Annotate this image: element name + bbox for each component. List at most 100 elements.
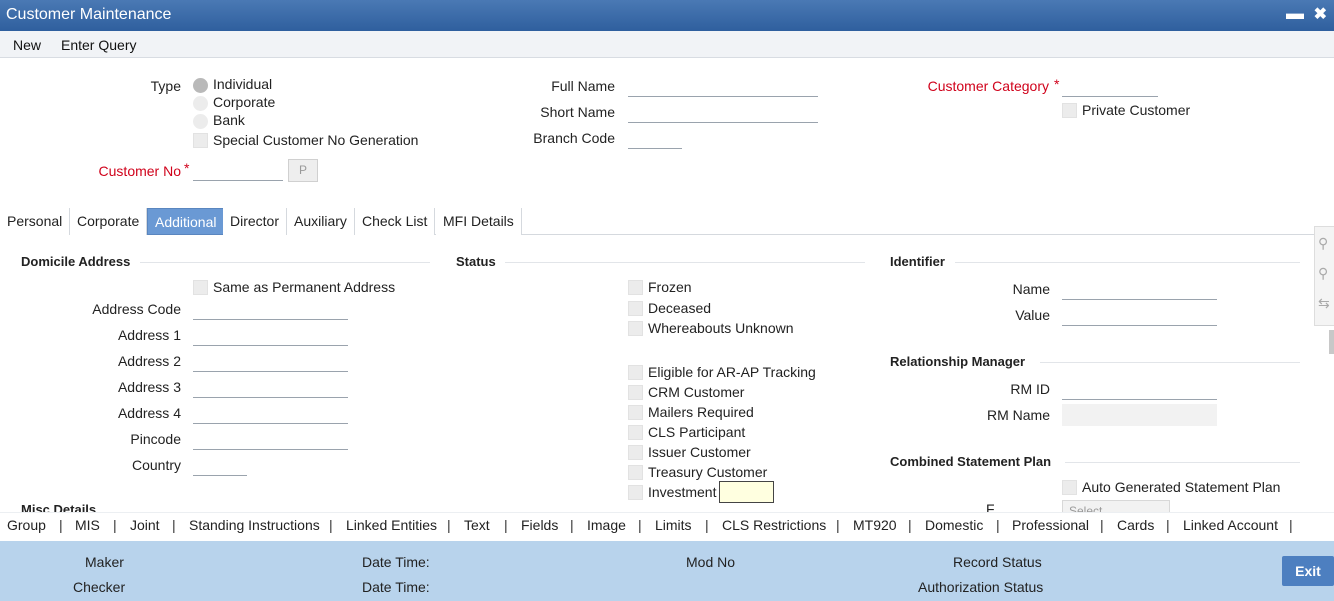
separator: |	[1289, 517, 1293, 533]
country-input[interactable]	[193, 456, 247, 476]
address-2-label: Address 2	[117, 353, 181, 369]
new-menu-item[interactable]: New	[13, 37, 41, 53]
frequency-label: F	[986, 501, 995, 512]
identifier-value-label: Value	[1015, 307, 1050, 323]
domicile-divider	[140, 262, 430, 263]
address-3-label: Address 3	[117, 379, 181, 395]
vertical-scrollbar[interactable]	[1329, 330, 1334, 354]
enter-query-menu-item[interactable]: Enter Query	[61, 37, 136, 53]
issuer-customer-checkbox[interactable]	[628, 445, 643, 460]
tab-check-list[interactable]: Check List	[355, 208, 436, 235]
close-icon[interactable]: ✖	[1314, 4, 1327, 24]
cls-participant-label: CLS Participant	[648, 424, 746, 440]
btab-linked-account[interactable]: Linked Account	[1183, 517, 1278, 533]
btab-domestic[interactable]: Domestic	[925, 517, 983, 533]
btab-fields[interactable]: Fields	[521, 517, 558, 533]
eligible-ar-ap-checkbox[interactable]	[628, 365, 643, 380]
identifier-title: Identifier	[890, 254, 945, 269]
type-corporate-radio[interactable]	[193, 96, 208, 111]
customer-no-required-mark: *	[184, 160, 190, 176]
whereabouts-unknown-checkbox[interactable]	[628, 321, 643, 336]
type-label: Type	[150, 78, 181, 94]
identifier-value-input[interactable]	[1062, 306, 1217, 326]
separator: |	[172, 517, 176, 533]
customer-no-input[interactable]	[193, 161, 283, 181]
identifier-name-input[interactable]	[1062, 280, 1217, 300]
private-customer-checkbox[interactable]	[1062, 103, 1077, 118]
btab-linked-entities[interactable]: Linked Entities	[346, 517, 437, 533]
tab-additional[interactable]: Additional	[147, 208, 225, 235]
search-alt-icon[interactable]: ⚲	[1318, 265, 1328, 282]
relationship-manager-title: Relationship Manager	[890, 354, 1026, 369]
checker-label: Checker	[73, 579, 126, 595]
full-name-label: Full Name	[551, 78, 615, 94]
minimize-icon[interactable]: ▬	[1286, 3, 1304, 24]
address-3-input[interactable]	[193, 378, 348, 398]
combined-statement-plan-title: Combined Statement Plan	[890, 454, 1052, 469]
address-1-input[interactable]	[193, 326, 348, 346]
btab-joint[interactable]: Joint	[130, 517, 160, 533]
address-code-input[interactable]	[193, 300, 348, 320]
status-divider	[505, 262, 865, 263]
audit-footer: Maker Checker Date Time: Date Time: Mod …	[0, 541, 1334, 601]
tab-corporate[interactable]: Corporate	[70, 208, 148, 235]
full-name-input[interactable]	[628, 77, 818, 97]
separator: |	[1166, 517, 1170, 533]
type-bank-radio[interactable]	[193, 114, 208, 129]
swap-arrows-icon[interactable]: ⇆	[1318, 295, 1330, 312]
menu-bar: New Enter Query	[0, 31, 1334, 58]
short-name-input[interactable]	[628, 103, 818, 123]
customer-no-p-button[interactable]: P	[288, 159, 318, 182]
same-as-permanent-label: Same as Permanent Address	[213, 279, 396, 295]
separator: |	[908, 517, 912, 533]
record-status-label: Record Status	[953, 554, 1042, 570]
btab-limits[interactable]: Limits	[655, 517, 692, 533]
btab-cards[interactable]: Cards	[1117, 517, 1154, 533]
address-4-input[interactable]	[193, 404, 348, 424]
rm-id-input[interactable]	[1062, 380, 1217, 400]
same-as-permanent-checkbox[interactable]	[193, 280, 208, 295]
bottom-subsystem-tabs: Group | MIS | Joint | Standing Instructi…	[0, 512, 1334, 540]
btab-mt920[interactable]: MT920	[853, 517, 897, 533]
tab-auxiliary[interactable]: Auxiliary	[287, 208, 355, 235]
investment-customer-checkbox[interactable]	[628, 485, 643, 500]
deceased-checkbox[interactable]	[628, 301, 643, 316]
crm-customer-checkbox[interactable]	[628, 385, 643, 400]
special-customer-no-checkbox[interactable]	[193, 133, 208, 148]
tab-personal[interactable]: Personal	[0, 208, 71, 235]
branch-code-input[interactable]	[628, 129, 682, 149]
misc-details-title: Misc Details	[21, 502, 97, 512]
auto-generated-plan-checkbox[interactable]	[1062, 480, 1077, 495]
frozen-checkbox[interactable]	[628, 280, 643, 295]
btab-image[interactable]: Image	[587, 517, 626, 533]
pincode-input[interactable]	[193, 430, 348, 450]
btab-group[interactable]: Group	[7, 517, 46, 533]
treasury-customer-checkbox[interactable]	[628, 465, 643, 480]
tab-director[interactable]: Director	[223, 208, 288, 235]
separator: |	[113, 517, 117, 533]
side-toolbar: ⚲ ⚲ ⇆	[1314, 226, 1334, 326]
address-2-input[interactable]	[193, 352, 348, 372]
customer-category-input[interactable]	[1062, 77, 1158, 97]
tab-mfi-details[interactable]: MFI Details	[436, 208, 522, 235]
identifier-divider	[955, 262, 1300, 263]
btab-mis[interactable]: MIS	[75, 517, 100, 533]
frequency-select[interactable]: Select	[1062, 500, 1170, 512]
btab-standing-instructions[interactable]: Standing Instructions	[189, 517, 320, 533]
window-title: Customer Maintenance	[6, 6, 172, 23]
rm-name-label: RM Name	[986, 407, 1050, 423]
checker-date-time-label: Date Time:	[362, 579, 430, 595]
btab-text[interactable]: Text	[464, 517, 490, 533]
exit-button[interactable]: Exit	[1282, 556, 1334, 586]
type-individual-radio[interactable]	[193, 78, 208, 93]
btab-cls-restrictions[interactable]: CLS Restrictions	[722, 517, 826, 533]
identifier-name-label: Name	[1012, 281, 1050, 297]
cls-participant-checkbox[interactable]	[628, 425, 643, 440]
status-title: Status	[456, 254, 496, 269]
auto-generated-plan-label: Auto Generated Statement Plan	[1082, 479, 1281, 495]
separator: |	[329, 517, 333, 533]
maker-label: Maker	[85, 554, 124, 570]
search-icon[interactable]: ⚲	[1318, 235, 1328, 252]
mailers-required-checkbox[interactable]	[628, 405, 643, 420]
btab-professional[interactable]: Professional	[1012, 517, 1089, 533]
